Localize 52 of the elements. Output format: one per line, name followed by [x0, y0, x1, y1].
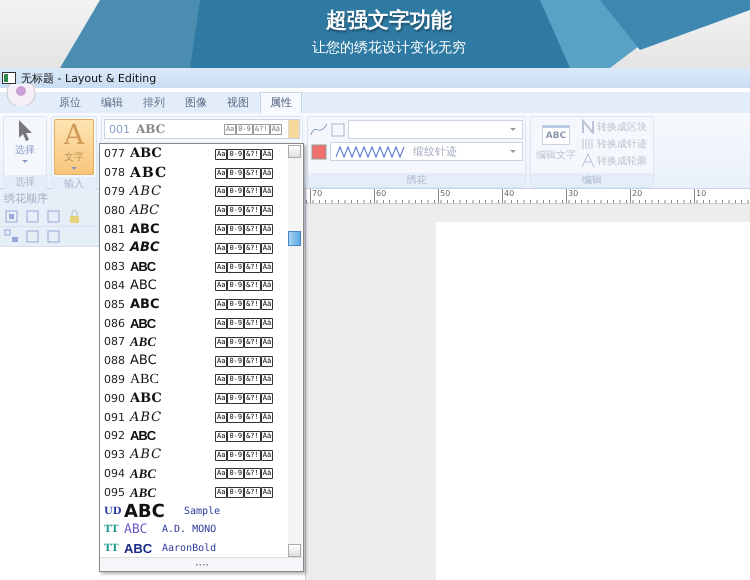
group-label: 编辑 [531, 173, 653, 187]
pointer-icon [16, 119, 34, 143]
zigzag-icon [335, 144, 407, 158]
app-icon [2, 72, 16, 84]
font-list-item[interactable]: TT ABC A.D. MONO [100, 520, 287, 540]
font-list-item[interactable]: TT ABC AaronBold [100, 540, 287, 559]
square-icon [330, 122, 346, 138]
abc-icon: ABC [542, 125, 570, 145]
ruler-label: 30 [566, 189, 630, 203]
font-number: 001 [109, 122, 130, 136]
pane-title: 绣花顺序 [4, 192, 48, 205]
letter-n-icon [581, 119, 595, 134]
resize-grip-icon [196, 563, 208, 566]
ruler-label: 50 [438, 189, 502, 203]
scroll-thumb[interactable] [288, 231, 301, 246]
group-label: 选择 [4, 175, 46, 189]
font-type-icon: TT [104, 540, 118, 558]
ruler-label: 70 [310, 189, 374, 203]
ribbon-tab[interactable]: 原位 [50, 93, 90, 113]
outline-icon [581, 153, 595, 168]
ruler-label: 60 [374, 189, 438, 203]
ribbon-tab[interactable]: 排列 [134, 93, 174, 113]
letter-icon: A [64, 120, 84, 150]
caret-icon [71, 167, 77, 170]
dropdown-arrow-icon [510, 128, 516, 131]
ribbon-tab[interactable]: 属性 [260, 92, 302, 113]
group-label: 绣花 [308, 173, 525, 187]
curve-icon [310, 122, 328, 138]
select-all-icon [4, 209, 19, 224]
app-menu-icon [4, 84, 38, 106]
ruler-label: 40 [502, 189, 566, 203]
scroll-bar[interactable] [288, 145, 302, 557]
color-swatch [310, 142, 328, 160]
font-style-combo[interactable] [348, 120, 523, 139]
scroll-up-button[interactable] [288, 145, 301, 158]
stitch-type: 缎纹针迹 [413, 144, 458, 159]
ruler-label: 20 [630, 189, 694, 203]
font-sample: ABC [136, 122, 166, 136]
font-type-icon: TT [104, 521, 118, 540]
ribbon-tab[interactable]: 编辑 [92, 93, 132, 113]
banner-tagline: 让您的绣花设计变化无穷 [312, 39, 466, 57]
caret-icon [22, 160, 28, 163]
lock-icon [67, 209, 82, 224]
ribbon-tab[interactable]: 图像 [176, 93, 216, 113]
dropdown-arrow-icon [510, 150, 516, 153]
window-title: 无标题 - Layout & Editing [21, 70, 156, 86]
ribbon-tab[interactable]: 视图 [218, 93, 258, 113]
banner-headline: 超强文字功能 [326, 7, 452, 34]
scroll-down-button[interactable] [288, 544, 301, 557]
sequence-icon [4, 229, 19, 244]
ruler-label: 10 [694, 189, 750, 203]
stitch-lines-icon [581, 136, 595, 151]
